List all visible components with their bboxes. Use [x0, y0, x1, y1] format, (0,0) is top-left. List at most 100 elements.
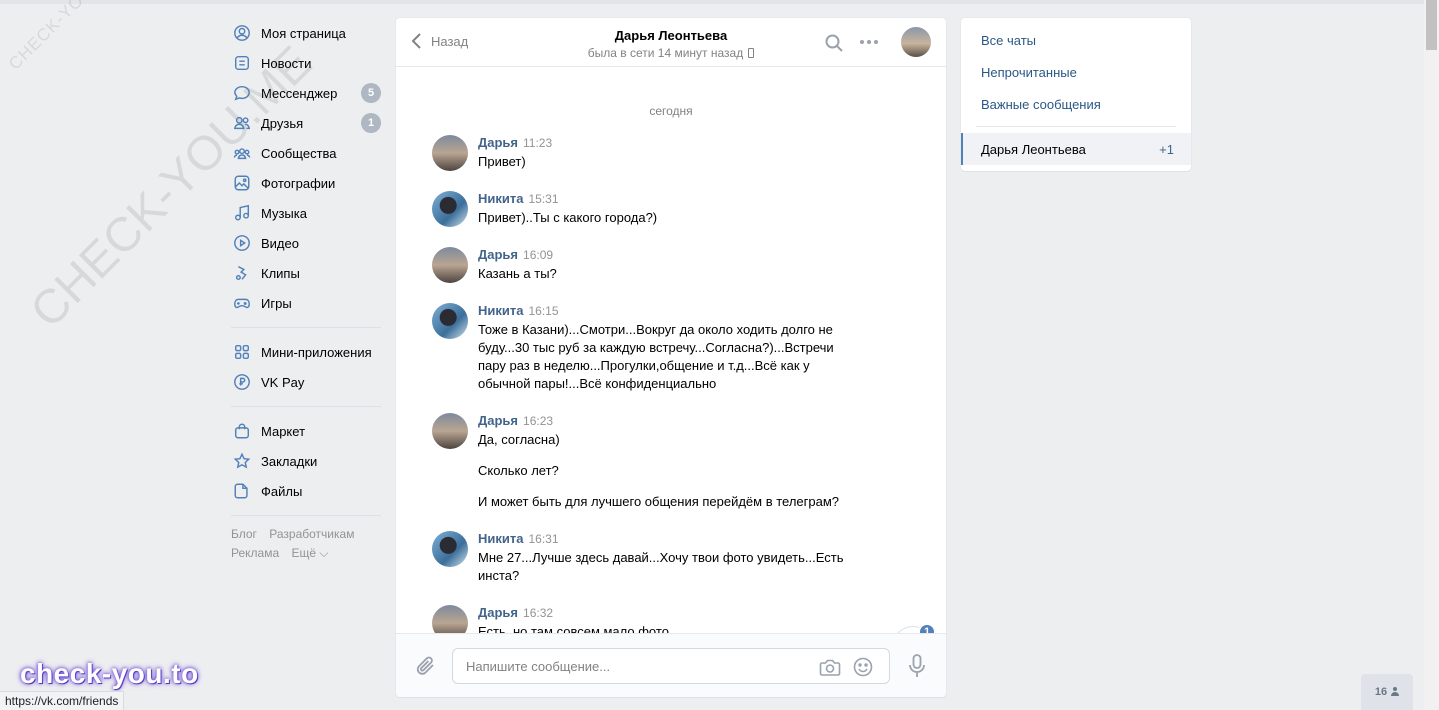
nav-divider [231, 406, 381, 407]
nav-item-my-page[interactable]: Моя страница [231, 18, 381, 48]
status-bar-url: https://vk.com/friends [0, 691, 125, 710]
message-text: Привет) [478, 154, 526, 169]
person-icon [1391, 687, 1400, 697]
chat-header: Назад Дарья Леонтьева была в сети 14 мин… [396, 18, 946, 67]
paperclip-icon [416, 656, 434, 675]
nav-item-photos[interactable]: Фотографии [231, 168, 381, 198]
filter-important[interactable]: Важные сообщения [981, 97, 1101, 112]
music-icon [232, 203, 252, 223]
footer-link-more[interactable]: Ещё ⌵ [291, 546, 328, 560]
emoji-button[interactable] [852, 657, 874, 677]
footer-link-developers[interactable]: Разработчикам [269, 527, 354, 541]
apps-icon [232, 342, 252, 362]
message-text: Есть, но там совсем мало фото [478, 624, 669, 633]
message: Никита 16:31 Мне 27...Лучше здесь давай..… [432, 531, 852, 585]
author-avatar[interactable] [432, 605, 468, 633]
filter-unread[interactable]: Непрочитанные [981, 65, 1077, 80]
message-text: Тоже в Казани)...Смотри...Вокруг да окол… [478, 322, 834, 391]
message-time[interactable]: 16:15 [528, 304, 558, 318]
message-author[interactable]: Дарья [478, 413, 518, 428]
search-icon [825, 34, 843, 52]
author-avatar[interactable] [432, 413, 468, 449]
nav-item-friends[interactable]: Друзья 1 [231, 108, 381, 138]
nav-item-messenger[interactable]: Мессенджер 5 [231, 78, 381, 108]
more-actions-button[interactable] [860, 40, 878, 44]
scrollbar-thumb[interactable] [1426, 0, 1437, 50]
nav-item-video[interactable]: Видео [231, 228, 381, 258]
message-time[interactable]: 16:23 [523, 414, 553, 428]
message-input-wrapper [452, 648, 890, 684]
filter-all-chats[interactable]: Все чаты [981, 33, 1036, 48]
voice-message-button[interactable] [907, 653, 927, 679]
message-composer [396, 633, 946, 697]
peer-info[interactable]: Дарья Леонтьева была в сети 14 минут наз… [396, 28, 946, 60]
message-input[interactable] [453, 649, 793, 683]
search-button[interactable] [824, 33, 844, 53]
more-dot [867, 40, 871, 44]
microphone-icon [909, 654, 925, 677]
message: Никита 15:31 Привет)..Ты с какого города?… [432, 191, 872, 227]
author-avatar[interactable] [432, 135, 468, 171]
top-bar-edge [0, 0, 1424, 4]
message-text: Сколько лет? [478, 463, 559, 478]
gamepad-icon [232, 293, 252, 313]
nav-item-bookmarks[interactable]: Закладки [231, 446, 381, 476]
message-author[interactable]: Никита [478, 303, 523, 318]
photo-icon [232, 173, 252, 193]
unread-badge: 1 [918, 623, 936, 633]
news-icon [232, 53, 252, 73]
nav-item-news[interactable]: Новости [231, 48, 381, 78]
panel-divider [976, 126, 1176, 127]
message-time[interactable]: 16:32 [523, 606, 553, 620]
nav-item-communities[interactable]: Сообщества [231, 138, 381, 168]
nav-item-music[interactable]: Музыка [231, 198, 381, 228]
peer-status: была в сети 14 минут назад [396, 46, 946, 60]
nav-item-games[interactable]: Игры [231, 288, 381, 318]
message-author[interactable]: Никита [478, 531, 523, 546]
author-avatar[interactable] [432, 247, 468, 283]
nav-item-mini-apps[interactable]: Мини-приложения [231, 337, 381, 367]
file-icon [232, 481, 252, 501]
nav-label: Клипы [261, 265, 300, 281]
online-counter-button[interactable]: 16 [1361, 674, 1413, 710]
nav-divider [231, 327, 381, 328]
nav-item-vk-pay[interactable]: VK Pay [231, 367, 381, 397]
active-chat-name: Дарья Леонтьева [981, 141, 1086, 157]
author-avatar[interactable] [432, 531, 468, 567]
peer-status-text: была в сети 14 минут назад [587, 46, 744, 60]
peer-avatar[interactable] [901, 27, 931, 57]
author-avatar[interactable] [432, 303, 468, 339]
message-author[interactable]: Дарья [478, 247, 518, 262]
message-time[interactable]: 15:31 [528, 192, 558, 206]
nav-item-clips[interactable]: Клипы [231, 258, 381, 288]
message-history[interactable]: сегодня Дарья 11:23 Привет) Никита 15:31 П… [396, 68, 946, 633]
footer-link-blog[interactable]: Блог [231, 527, 257, 541]
more-dot [874, 40, 878, 44]
author-avatar[interactable] [432, 191, 468, 227]
nav-item-market[interactable]: Маркет [231, 416, 381, 446]
message-author[interactable]: Дарья [478, 135, 518, 150]
smile-icon [853, 657, 873, 677]
video-icon [232, 233, 252, 253]
nav-label: Мессенджер [261, 85, 338, 101]
nav-item-files[interactable]: Файлы [231, 476, 381, 506]
camera-button[interactable] [819, 657, 841, 677]
attach-button[interactable] [415, 654, 437, 678]
friends-count-badge: 1 [361, 113, 381, 133]
message-text: Да, согласна) [478, 432, 560, 447]
page-scrollbar[interactable] [1424, 0, 1439, 710]
active-chat-item[interactable]: Дарья Леонтьева +1 [961, 133, 1191, 165]
star-icon [232, 451, 252, 471]
nav-label: VK Pay [261, 374, 305, 390]
message-time[interactable]: 11:23 [523, 136, 552, 150]
brand-watermark: check-you.to [20, 658, 199, 689]
message-author[interactable]: Никита [478, 191, 523, 206]
message-author[interactable]: Дарья [478, 605, 518, 620]
nav-label: Моя страница [261, 25, 346, 41]
message-time[interactable]: 16:09 [523, 248, 553, 262]
nav-label: Игры [261, 295, 292, 311]
message: Дарья 11:23 Привет) [432, 135, 872, 171]
message-time[interactable]: 16:31 [528, 532, 558, 546]
message-text: Казань а ты? [478, 266, 557, 281]
footer-link-ads[interactable]: Реклама [231, 546, 279, 560]
